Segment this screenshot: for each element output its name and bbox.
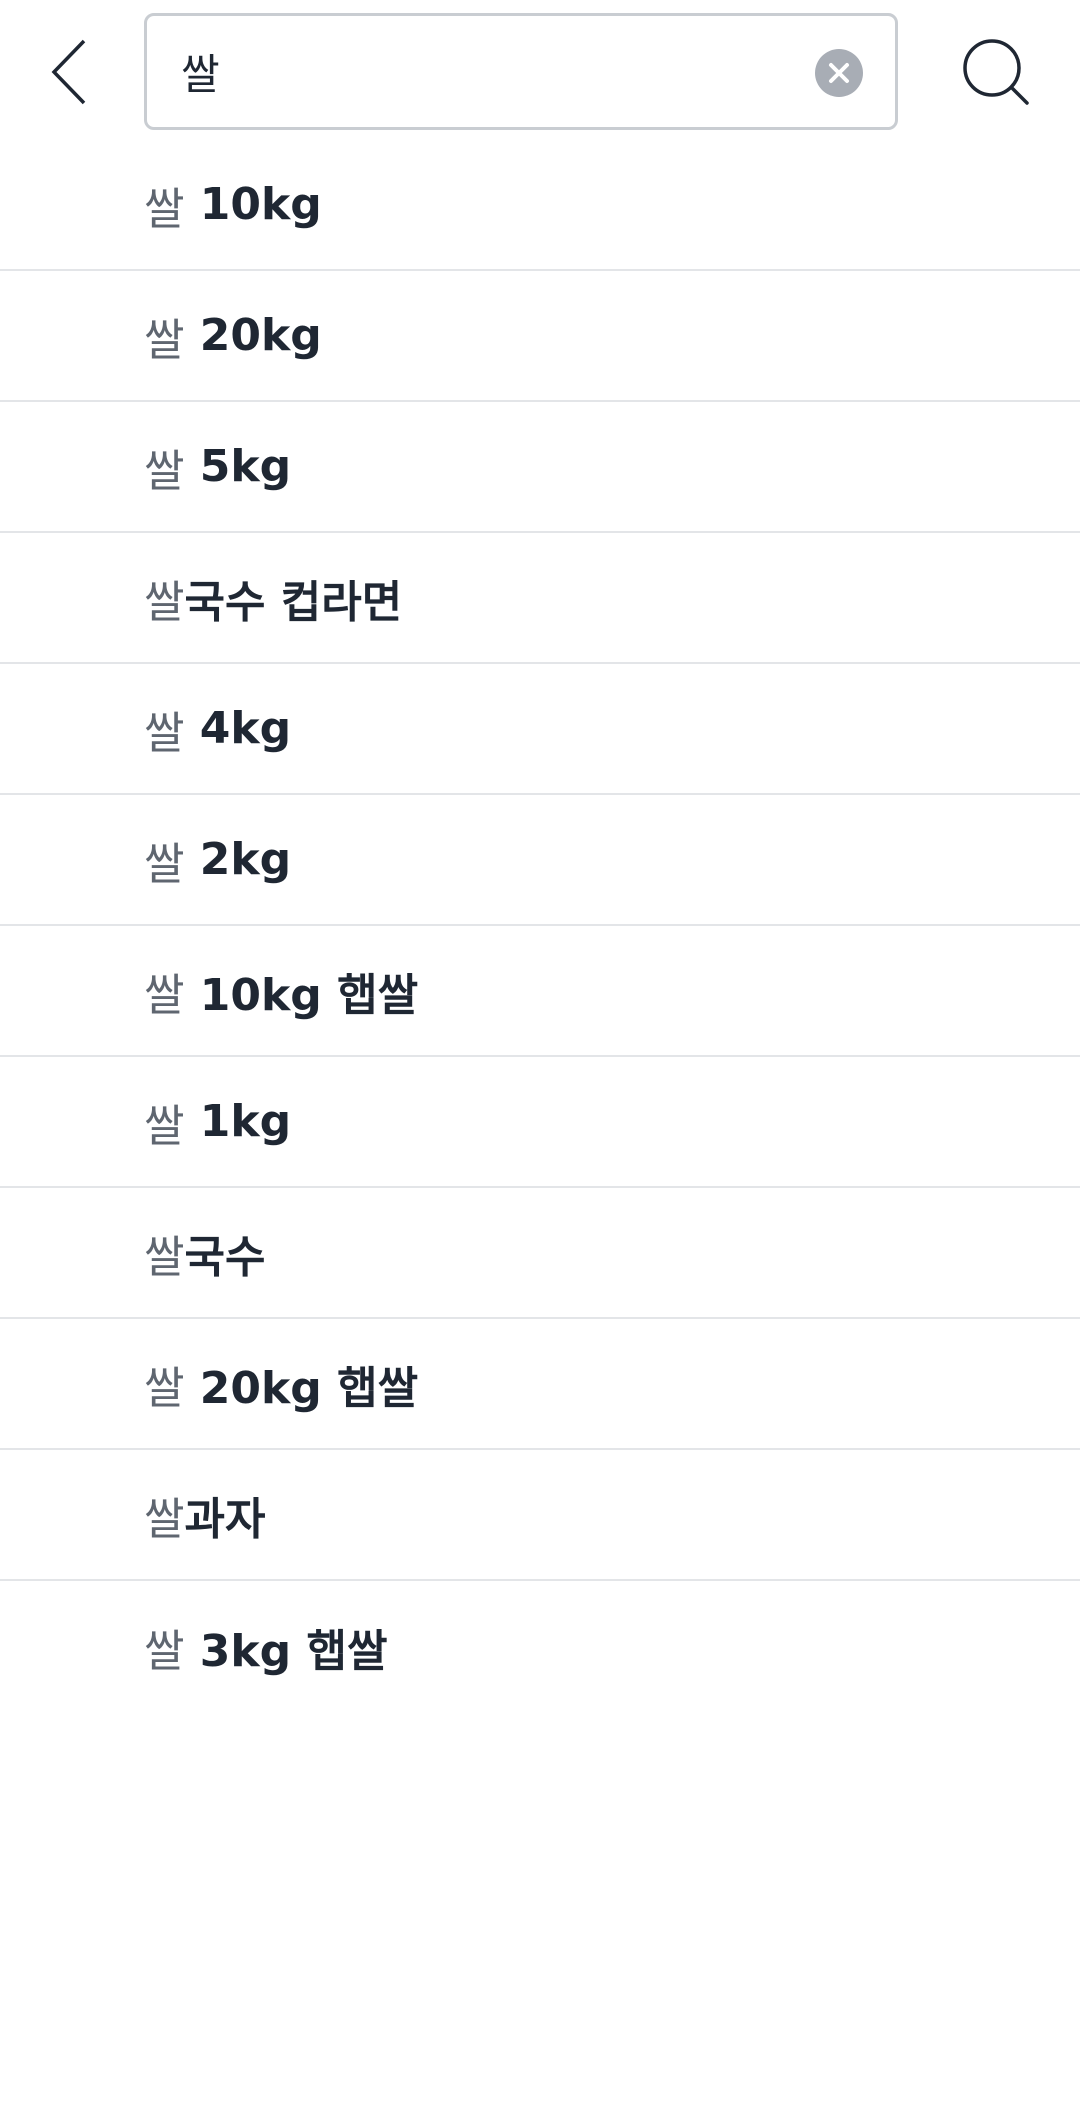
- search-button[interactable]: [958, 34, 1034, 110]
- suggestion-match: 쌀: [144, 838, 185, 890]
- suggestion-rest: 10kg 햅쌀: [184, 969, 419, 1021]
- suggestion-item[interactable]: 쌀 과자: [0, 1450, 1080, 1581]
- suggestion-match: 쌀: [144, 969, 185, 1021]
- suggestion-match: 쌀: [144, 1362, 185, 1414]
- clear-search-button[interactable]: [815, 49, 863, 97]
- suggestion-match: 쌀: [144, 576, 185, 628]
- suggestion-item[interactable]: 쌀 국수: [0, 1188, 1080, 1319]
- suggestion-rest: 1kg: [184, 1096, 292, 1147]
- suggestion-rest: 과자: [184, 1493, 266, 1545]
- chevron-left-icon: [51, 39, 86, 105]
- search-box: [144, 13, 898, 130]
- suggestion-match: 쌀: [144, 1493, 185, 1545]
- suggestion-item[interactable]: 쌀 1kg: [0, 1057, 1080, 1188]
- suggestion-match: 쌀: [144, 314, 185, 366]
- suggestion-item[interactable]: 쌀 3kg 햅쌀: [0, 1581, 1080, 1712]
- suggestion-rest: 4kg: [184, 703, 292, 754]
- suggestion-rest: 3kg 햅쌀: [184, 1625, 388, 1677]
- suggestion-item[interactable]: 쌀 국수 컵라면: [0, 533, 1080, 664]
- suggestion-rest: 20kg: [184, 310, 322, 361]
- suggestion-item[interactable]: 쌀 2kg: [0, 795, 1080, 926]
- suggestion-rest: 5kg: [184, 441, 292, 492]
- search-input[interactable]: [181, 16, 801, 127]
- suggestion-rest: 20kg 햅쌀: [184, 1362, 419, 1414]
- suggestion-rest: 국수: [184, 1231, 266, 1283]
- close-icon: [829, 63, 849, 83]
- suggestion-match: 쌀: [144, 1100, 185, 1152]
- suggestion-item[interactable]: 쌀 10kg: [0, 140, 1080, 271]
- suggestion-item[interactable]: 쌀 20kg 햅쌀: [0, 1319, 1080, 1450]
- suggestion-item[interactable]: 쌀 20kg: [0, 271, 1080, 402]
- suggestion-item[interactable]: 쌀 5kg: [0, 402, 1080, 533]
- suggestion-match: 쌀: [144, 183, 185, 235]
- search-header: [0, 0, 1080, 140]
- suggestion-rest: 10kg: [184, 179, 322, 230]
- suggestion-list: 쌀 10kg 쌀 20kg 쌀 5kg 쌀 국수 컵라면 쌀 4kg 쌀 2kg …: [0, 140, 1080, 1712]
- suggestion-item[interactable]: 쌀 10kg 햅쌀: [0, 926, 1080, 1057]
- suggestion-rest: 국수 컵라면: [184, 576, 403, 628]
- suggestion-item[interactable]: 쌀 4kg: [0, 664, 1080, 795]
- suggestion-rest: 2kg: [184, 834, 292, 885]
- suggestion-match: 쌀: [144, 445, 185, 497]
- suggestion-match: 쌀: [144, 1625, 185, 1677]
- back-button[interactable]: [40, 30, 100, 114]
- suggestion-match: 쌀: [144, 1231, 185, 1283]
- search-icon: [963, 39, 1029, 105]
- suggestion-match: 쌀: [144, 707, 185, 759]
